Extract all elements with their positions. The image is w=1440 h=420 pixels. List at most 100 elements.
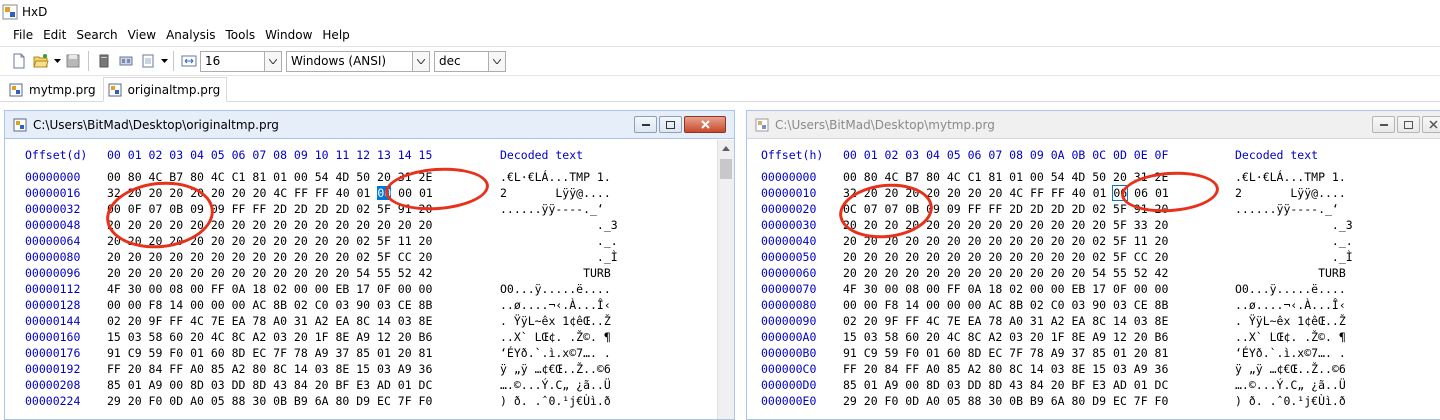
row-decoded-text[interactable]: ..ø....¬‹.À...Î‹: [500, 297, 611, 313]
hex-byte[interactable]: 40: [336, 186, 350, 200]
row-hex-bytes[interactable]: 29 20 F0 0D A0 05 88 30 0B B9 6A 80 D9 E…: [843, 393, 1168, 409]
hex-byte[interactable]: 20: [190, 186, 204, 200]
row-decoded-text[interactable]: ..X` LŒ¢. .Ž©. ¶: [500, 329, 611, 345]
print-dropdown-button[interactable]: [159, 50, 169, 72]
row-decoded-text[interactable]: ….©...Ý.C„ ¿ã..Ü: [500, 377, 611, 393]
row-hex-bytes[interactable]: 15 03 58 60 20 4C 8C A2 03 20 1F 8E A9 1…: [107, 329, 432, 345]
row-hex-bytes[interactable]: 02 20 9F FF 4C 7E EA 78 A0 31 A2 EA 8C 1…: [107, 313, 432, 329]
hex-view[interactable]: Offset(d) 00 01 02 03 04 05 06 07 08 09 …: [5, 140, 734, 419]
row-decoded-text[interactable]: ..ø....¬‹.À...Î‹: [1235, 297, 1346, 313]
hex-byte[interactable]: 32: [843, 186, 857, 200]
hex-byte[interactable]: 20: [169, 186, 183, 200]
row-hex-bytes[interactable]: 20 20 20 20 20 20 20 20 20 20 20 20 02 5…: [107, 233, 432, 249]
tab-originaltmp[interactable]: originaltmp.prg: [102, 77, 228, 102]
hex-view[interactable]: Offset(h) 00 01 02 03 04 05 06 07 08 09 …: [747, 140, 1440, 419]
hex-byte[interactable]: 20: [926, 186, 940, 200]
new-file-button[interactable]: [8, 50, 30, 72]
row-hex-bytes[interactable]: 91 C9 59 F0 01 60 8D EC 7F 78 A9 37 85 0…: [107, 345, 432, 361]
row-hex-bytes[interactable]: 29 20 F0 0D A0 05 88 30 0B B9 6A 80 D9 E…: [107, 393, 432, 409]
row-hex-bytes[interactable]: 32 20 20 20 20 20 20 20 4C FF FF 40 01 0…: [107, 185, 433, 201]
editor-window-originaltmp[interactable]: C:\Users\BitMad\Desktop\originaltmp.prg …: [4, 110, 735, 420]
hex-byte[interactable]: 01: [419, 186, 433, 200]
row-decoded-text[interactable]: O0...ÿ.....ë....: [1235, 281, 1346, 297]
row-hex-bytes[interactable]: 20 20 20 20 20 20 20 20 20 20 20 20 02 5…: [843, 233, 1168, 249]
charset-select[interactable]: Windows (ANSI): [286, 50, 430, 72]
hex-byte[interactable]: 00: [398, 186, 412, 200]
ram-button[interactable]: [115, 50, 137, 72]
row-decoded-text[interactable]: ._3: [500, 217, 618, 233]
menu-search[interactable]: Search: [71, 24, 122, 46]
row-decoded-text[interactable]: ._Ì: [500, 249, 618, 265]
row-hex-bytes[interactable]: 00 80 4C B7 80 4C C1 81 01 00 54 4D 50 2…: [843, 169, 1168, 185]
row-decoded-text[interactable]: ......ÿÿ----._‘: [1235, 201, 1346, 217]
minimize-button[interactable]: [634, 116, 657, 133]
hex-byte[interactable]: FF: [1051, 186, 1065, 200]
hex-byte[interactable]: 20: [947, 186, 961, 200]
hex-byte[interactable]: 20: [864, 186, 878, 200]
menu-view[interactable]: View: [123, 24, 161, 46]
row-decoded-text[interactable]: ......ÿÿ----._‘: [500, 201, 611, 217]
vertical-scrollbar[interactable]: [717, 140, 734, 419]
tab-mytmp[interactable]: mytmp.prg: [4, 79, 103, 101]
row-decoded-text[interactable]: ._3: [1235, 217, 1353, 233]
row-hex-bytes[interactable]: 32 20 20 20 20 20 20 20 4C FF FF 40 01 0…: [843, 185, 1169, 201]
row-decoded-text[interactable]: O0...ÿ.....ë....: [500, 281, 611, 297]
close-button[interactable]: [684, 116, 726, 133]
row-hex-bytes[interactable]: 00 0F 07 0B 09 09 FF FF 2D 2D 2D 2D 02 5…: [107, 201, 432, 217]
row-decoded-text[interactable]: TURB: [500, 265, 611, 281]
row-decoded-text[interactable]: ) ð. .ˆ0.¹j€Ùì.ð: [1235, 393, 1346, 409]
hex-byte[interactable]: 06: [1112, 185, 1129, 201]
row-hex-bytes[interactable]: 20 20 20 20 20 20 20 20 20 20 20 20 02 5…: [843, 249, 1168, 265]
row-decoded-text[interactable]: ) ð. .ˆ0.¹j€Ùì.ð: [500, 393, 611, 409]
row-hex-bytes[interactable]: 0C 07 07 0B 09 09 FF FF 2D 2D 2D 2D 02 5…: [843, 201, 1168, 217]
row-hex-bytes[interactable]: 4F 30 00 08 00 FF 0A 18 02 00 00 EB 17 0…: [843, 281, 1168, 297]
menu-analysis[interactable]: Analysis: [161, 24, 220, 46]
row-hex-bytes[interactable]: 20 20 20 20 20 20 20 20 20 20 20 20 54 5…: [107, 265, 432, 281]
row-hex-bytes[interactable]: 85 01 A9 00 8D 03 DD 8D 43 84 20 BF E3 A…: [843, 377, 1168, 393]
hex-byte[interactable]: 20: [211, 186, 225, 200]
row-decoded-text[interactable]: ..X` LŒ¢. .Ž©. ¶: [1235, 329, 1346, 345]
window-titlebar[interactable]: C:\Users\BitMad\Desktop\mytmp.prg: [747, 111, 1440, 139]
hex-byte[interactable]: 01: [357, 186, 371, 200]
hex-byte[interactable]: FF: [1030, 186, 1044, 200]
save-button[interactable]: [62, 50, 84, 72]
editor-window-mytmp[interactable]: C:\Users\BitMad\Desktop\mytmp.prg Offset…: [746, 110, 1440, 420]
close-button[interactable]: [1422, 116, 1440, 133]
row-hex-bytes[interactable]: 91 C9 59 F0 01 60 8D EC 7F 78 A9 37 85 0…: [843, 345, 1168, 361]
hex-byte[interactable]: 4C: [1009, 186, 1023, 200]
row-hex-bytes[interactable]: 00 00 F8 14 00 00 00 AC 8B 02 C0 03 90 0…: [843, 297, 1168, 313]
hex-byte[interactable]: 20: [905, 186, 919, 200]
menu-edit[interactable]: Edit: [38, 24, 71, 46]
row-decoded-text[interactable]: .€L·€LÁ...TMP 1.: [500, 169, 611, 185]
row-hex-bytes[interactable]: FF 20 84 FF A0 85 A2 80 8C 14 03 8E 15 0…: [843, 361, 1168, 377]
hex-byte[interactable]: 00: [377, 186, 392, 200]
hex-byte[interactable]: 20: [232, 186, 246, 200]
menu-file[interactable]: File: [8, 24, 38, 46]
maximize-button[interactable]: [1397, 116, 1420, 133]
hex-byte[interactable]: 01: [1093, 186, 1107, 200]
offset-base-select[interactable]: dec: [434, 50, 506, 72]
hex-byte[interactable]: 20: [968, 186, 982, 200]
hex-byte[interactable]: 20: [989, 186, 1003, 200]
open-file-button[interactable]: [30, 50, 52, 72]
row-decoded-text[interactable]: . ŸÿL~êx 1¢êŒ..Ž: [500, 313, 611, 329]
row-hex-bytes[interactable]: 20 20 20 20 20 20 20 20 20 20 20 20 20 5…: [843, 217, 1168, 233]
row-hex-bytes[interactable]: FF 20 84 FF A0 85 A2 80 8C 14 03 8E 15 0…: [107, 361, 432, 377]
row-hex-bytes[interactable]: 20 20 20 20 20 20 20 20 20 20 20 20 02 5…: [107, 249, 432, 265]
row-hex-bytes[interactable]: 00 00 F8 14 00 00 00 AC 8B 02 C0 03 90 0…: [107, 297, 432, 313]
print-button[interactable]: [137, 50, 159, 72]
menu-help[interactable]: Help: [317, 24, 354, 46]
hex-byte[interactable]: 40: [1072, 186, 1086, 200]
hex-byte[interactable]: 32: [107, 186, 121, 200]
hex-byte[interactable]: FF: [315, 186, 329, 200]
hex-byte[interactable]: 20: [128, 186, 142, 200]
hex-byte[interactable]: 4C: [273, 186, 287, 200]
disk-button[interactable]: [93, 50, 115, 72]
row-decoded-text[interactable]: ._.: [1235, 233, 1353, 249]
scroll-thumb[interactable]: [720, 159, 732, 179]
hex-byte[interactable]: 01: [1155, 186, 1169, 200]
row-decoded-text[interactable]: ._.: [500, 233, 618, 249]
maximize-button[interactable]: [659, 116, 682, 133]
row-hex-bytes[interactable]: 02 20 9F FF 4C 7E EA 78 A0 31 A2 EA 8C 1…: [843, 313, 1168, 329]
row-decoded-text[interactable]: ‘ÉYð.`.ì.x©7…. .: [500, 345, 611, 361]
